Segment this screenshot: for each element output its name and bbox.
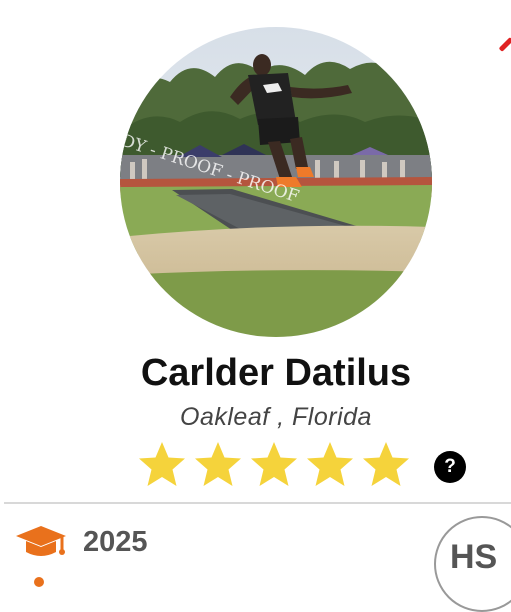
- location-pin-icon: [34, 577, 44, 587]
- athlete-location: Oakleaf , Florida: [180, 403, 372, 431]
- profile-photo[interactable]: DY - PROOF - PROOF: [120, 27, 432, 337]
- star-icon: [195, 442, 241, 486]
- athlete-name: Carlder Datilus: [140, 352, 412, 394]
- graduation-year: 2025: [83, 526, 148, 558]
- star-icon: [251, 442, 297, 486]
- graduation-cap-icon: [16, 526, 66, 556]
- athlete-long-jump-photo: DY - PROOF - PROOF: [120, 27, 432, 337]
- help-icon[interactable]: ?: [434, 451, 466, 483]
- star-rating: [137, 440, 417, 490]
- star-icon: [139, 442, 185, 486]
- level-badge: HS: [434, 516, 511, 612]
- star-icon: [363, 442, 409, 486]
- corner-accent-mark: [498, 37, 511, 52]
- star-icon: [307, 442, 353, 486]
- divider: [4, 502, 511, 504]
